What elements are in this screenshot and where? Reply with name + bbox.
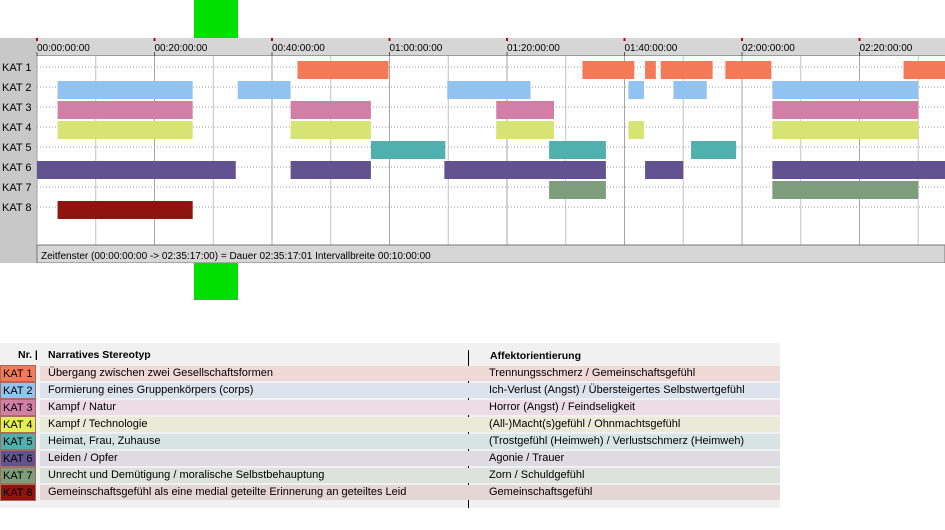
timeline-bar[interactable] [645, 161, 684, 179]
timeline-bar[interactable] [628, 121, 645, 139]
legend-affect: Gemeinschaftsgefühl [489, 486, 593, 498]
timeline-bar[interactable] [772, 101, 919, 119]
legend-row: KAT 2 Formierung eines Gruppenkörpers (co… [0, 382, 780, 399]
legend-category-badge: KAT 8 [0, 484, 36, 501]
legend-row: KAT 5 Heimat, Frau, Zuhause (Trostgefühl (… [0, 433, 780, 450]
timeline-bar[interactable] [290, 161, 371, 179]
legend-row: KAT 8 Gemeinschaftsgefühl als eine medial… [0, 484, 780, 501]
legend-category-badge: KAT 4 [0, 416, 36, 433]
timeline-bar[interactable] [290, 121, 371, 139]
tick-label: 01:40:00:00 [625, 43, 678, 54]
timeline-bar[interactable] [290, 101, 371, 119]
current-time-marker-bottom[interactable] [194, 263, 238, 300]
status-text: Zeitfenster (00:00:00:00 -> 02:35:17:00)… [41, 251, 431, 262]
legend-row: KAT 1 Übergang zwischen zwei Gesellschaft… [0, 365, 780, 382]
row-label: KAT 7 [2, 182, 32, 194]
timeline-bar[interactable] [447, 81, 531, 99]
row-label: KAT 8 [2, 202, 32, 214]
legend-row-bg [40, 400, 780, 415]
legend-header-nr: Nr. | [18, 349, 38, 361]
timeline-bar[interactable] [772, 81, 919, 99]
legend-stereotype: Kampf / Technologie [48, 418, 148, 430]
legend-row-bg [40, 451, 780, 466]
tick-label: 00:40:00:00 [272, 43, 325, 54]
row-label: KAT 1 [2, 62, 32, 74]
timeline-bar[interactable] [496, 121, 554, 139]
row-label: KAT 6 [2, 162, 32, 174]
timeline-bar[interactable] [903, 61, 945, 79]
legend-stereotype: Unrecht und Demütigung / moralische Selb… [48, 469, 325, 481]
tick-label: 01:20:00:00 [507, 43, 560, 54]
timeline-bar[interactable] [660, 61, 713, 79]
row-label: KAT 3 [2, 102, 32, 114]
legend-row: KAT 3 Kampf / Natur Horror (Angst) / Feind… [0, 399, 780, 416]
legend-stereotype: Übergang zwischen zwei Gesellschaftsform… [48, 367, 273, 379]
timeline-bar[interactable] [444, 161, 606, 179]
timeline-bar[interactable] [37, 161, 236, 179]
legend-affect: Agonie / Trauer [489, 452, 565, 464]
legend-table: Nr. | Narratives Stereotyp Affektorienti… [0, 343, 780, 508]
legend-stereotype: Leiden / Opfer [48, 452, 118, 464]
tick-label: 02:20:00:00 [860, 43, 913, 54]
timeline-bar[interactable] [673, 81, 707, 99]
legend-category-badge: KAT 5 [0, 433, 36, 450]
legend-affect: (All-)Macht(s)gefühl / Ohnmachtsgefühl [489, 418, 681, 430]
tick-label: 00:20:00:00 [155, 43, 208, 54]
timeline-bar[interactable] [57, 201, 193, 219]
timeline-bar[interactable] [297, 61, 389, 79]
timeline-bar[interactable] [57, 101, 193, 119]
timeline-bar[interactable] [370, 141, 446, 159]
timeline-bar[interactable] [725, 61, 772, 79]
tick-label: 01:00:00:00 [390, 43, 443, 54]
row-label: KAT 4 [2, 122, 32, 134]
timeline-bar[interactable] [496, 101, 554, 119]
legend-category-badge: KAT 3 [0, 399, 36, 416]
legend-affect: Trennungsschmerz / Gemeinschaftsgefühl [489, 367, 696, 379]
legend-header-affect: Affektorientierung [490, 350, 582, 362]
legend-stereotype: Kampf / Natur [48, 401, 116, 413]
timeline-chart: 00:00:00:00 00:20:00:00 00:40:00:00 01:00:0… [0, 38, 945, 263]
legend-affect: Ich-Verlust (Angst) / Übersteigertes Sel… [489, 384, 745, 396]
timeline-bar[interactable] [645, 61, 656, 79]
legend-row: KAT 7 Unrecht und Demütigung / moralische… [0, 467, 780, 484]
timeline-bar[interactable] [57, 121, 193, 139]
timeline-bar[interactable] [691, 141, 737, 159]
legend-row: KAT 6 Leiden / Opfer Agonie / Trauer [0, 450, 780, 467]
legend-affect: Horror (Angst) / Feindseligkeit [489, 401, 636, 413]
timeline-bar[interactable] [772, 121, 919, 139]
tick-label: 02:00:00:00 [742, 43, 795, 54]
legend-category-badge: KAT 7 [0, 467, 36, 484]
timeline-bar[interactable] [237, 81, 291, 99]
timeline-bar[interactable] [582, 61, 635, 79]
legend-stereotype: Formierung eines Gruppenkörpers (corps) [48, 384, 254, 396]
timeline-bar[interactable] [549, 141, 606, 159]
legend-row: KAT 4 Kampf / Technologie (All-)Macht(s)ge… [0, 416, 780, 433]
tick-label: 00:00:00:00 [37, 43, 90, 54]
legend-category-badge: KAT 1 [0, 365, 36, 382]
legend-affect: (Trostgefühl (Heimweh) / Verlustschmerz … [489, 435, 745, 447]
timeline-bar[interactable] [772, 161, 945, 179]
legend-stereotype: Heimat, Frau, Zuhause [48, 435, 161, 447]
timeline-bar[interactable] [628, 81, 645, 99]
row-label: KAT 5 [2, 142, 32, 154]
timeline-bar[interactable] [772, 181, 919, 199]
legend-category-badge: KAT 6 [0, 450, 36, 467]
legend-affect: Zorn / Schuldgefühl [489, 469, 585, 481]
legend-category-badge: KAT 2 [0, 382, 36, 399]
legend-stereotype: Gemeinschaftsgefühl als eine medial gete… [48, 486, 407, 498]
timeline-bar[interactable] [549, 181, 606, 199]
row-label: KAT 2 [2, 82, 32, 94]
legend-header-stereotype: Narratives Stereotyp [48, 349, 151, 361]
timeline-bar[interactable] [57, 81, 193, 99]
